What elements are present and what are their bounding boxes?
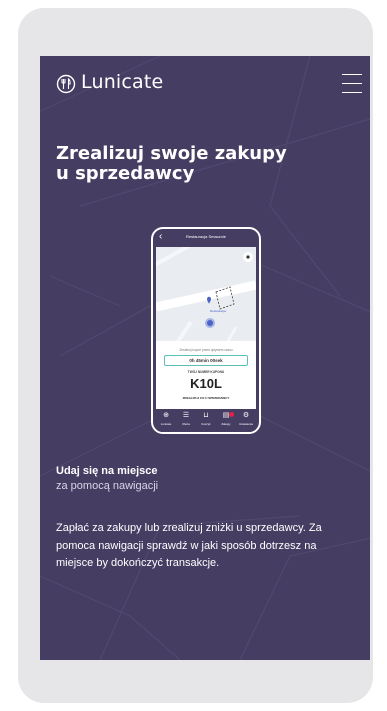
settings-icon: ⚙ (242, 412, 250, 419)
nav-item-lunicate: ⊕ Lunicate (156, 412, 176, 426)
phone-header-title: Restauracja Smacznie (185, 234, 227, 239)
phone-header: ‹ Restauracja Smacznie (153, 229, 259, 247)
phone-mockup: ‹ Restauracja Smacznie Restauracja Zreal… (151, 227, 261, 434)
nav-item-settings: ⚙ Ustawienia (236, 412, 256, 426)
cutlery-circle-icon (56, 74, 76, 94)
top-bar: Lunicate (40, 56, 370, 112)
nav-item-orders: ▤ Zakupy (216, 412, 236, 426)
page-title-line-2: u sprzedawcy (56, 163, 195, 184)
step-subtitle: za pomocą nawigacji (56, 480, 159, 492)
list-icon: ☰ (182, 412, 190, 419)
redeem-label: ZREALIZUJ CO U SPRZEDAWCY (182, 396, 230, 400)
step-description: Zapłać za zakupy lub zrealizuj zniżki u … (56, 522, 322, 569)
map-place-label: Restauracja (210, 309, 226, 313)
app-screen: Lunicate Zrealizuj swoje zakupy u sprzed… (40, 56, 370, 660)
nav-item-offer: ☰ Oferta (176, 412, 196, 426)
coupon-panel: Zrealizuj kupon przed upływem czasu 0h 4… (156, 341, 256, 409)
coupon-code: K10L (190, 376, 222, 391)
page-title: Zrealizuj swoje zakupy u sprzedawcy (56, 144, 316, 184)
brand-name[interactable]: Lunicate (81, 71, 163, 93)
notification-badge (229, 412, 234, 417)
coupon-code-label: TWÓJ NUMER KUPONU (187, 370, 225, 374)
compass-icon: ⊕ (163, 412, 169, 419)
cart-icon: ⊔ (203, 412, 209, 419)
coupon-hint: Zrealizuj kupon przed upływem czasu (179, 348, 233, 352)
coupon-timer: 0h 45min 00sek (164, 355, 248, 366)
nav-item-cart: ⊔ Koszyk (196, 412, 216, 426)
hamburger-icon[interactable] (342, 74, 362, 94)
step-title: Udaj się na miejsce (56, 465, 158, 477)
phone-bottom-nav: ⊕ Lunicate ☰ Oferta ⊔ Koszyk ▤ Zakupy ⚙ … (156, 409, 256, 432)
page-title-line-1: Zrealizuj swoje zakupy (56, 143, 287, 164)
